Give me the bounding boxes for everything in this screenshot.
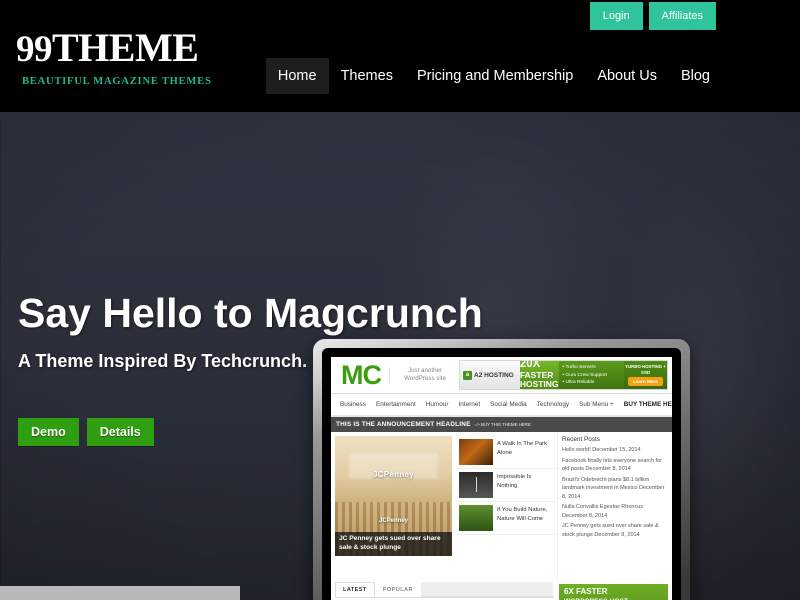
article-title: Impossible Is Nothing (497, 474, 532, 489)
preview-navigation: Business Entertainment Humour Internet S… (331, 394, 672, 417)
preview-article-list: A Walk In The Park Alone Impossible Is N… (455, 432, 557, 582)
nav-item-home[interactable]: Home (265, 58, 329, 94)
ad-feature-list: • Turbo Servers • Guru Crew Support • Ul… (558, 361, 625, 389)
nav-item-themes[interactable]: Themes (329, 58, 405, 94)
affiliates-button[interactable]: Affiliates (648, 2, 716, 30)
preview-nav-technology[interactable]: Technology (532, 401, 574, 408)
preview-lower-section: LATEST POPULAR Hello world! Welcome to W… (331, 582, 672, 600)
login-button[interactable]: Login (589, 2, 643, 30)
preview-feature-column: JCPenney JCPenney JC Penney gets sued ov… (331, 432, 455, 582)
article-title: If You Build Nature, Nature Will Come (497, 507, 548, 522)
preview-logo[interactable]: MC (335, 361, 389, 389)
list-item[interactable]: If You Build Nature, Nature Will Come (455, 502, 557, 535)
feature-image-brand-label-2: JCPenney (378, 517, 408, 524)
recent-post-item[interactable]: Hello world! December 15, 2014 (562, 446, 668, 455)
article-title: A Walk In The Park Alone (497, 441, 548, 456)
tab-bar-filler (420, 582, 553, 597)
preview-latest-column: LATEST POPULAR Hello world! Welcome to W… (331, 582, 557, 600)
ad-headline-line1: UP TO 20X (519, 360, 541, 370)
list-item[interactable]: A Walk In The Park Alone (455, 436, 557, 469)
recent-posts-heading: Recent Posts (562, 436, 601, 443)
logo-word: THEME (52, 25, 199, 70)
top-button-bar: Login Affiliates (589, 0, 800, 32)
ad-brand-name: A2 HOSTING (474, 371, 514, 379)
preview-website: MC Just another WordPress site a A2 HOST… (331, 357, 672, 600)
preview-nav-internet[interactable]: Internet (453, 401, 485, 408)
sidebar-ad[interactable]: 6X FASTER WORDPRESS HOST WORDPRESS PRE-I… (559, 584, 668, 600)
laptop-screen: MC Just another WordPress site a A2 HOST… (331, 357, 672, 600)
preview-nav-humour[interactable]: Humour (421, 401, 454, 408)
recent-post-item[interactable]: Brazil's Odebrecht plans $8.1 billion la… (562, 476, 668, 502)
demo-button[interactable]: Demo (18, 418, 79, 447)
preview-body: JCPenney JCPenney JC Penney gets sued ov… (331, 432, 672, 582)
recent-post-item[interactable]: JC Penney gets sued over share sale & st… (562, 522, 668, 539)
site-header: Login Affiliates 99THEME BEAUTIFUL MAGAZ… (0, 0, 800, 112)
main-navigation: Home Themes Pricing and Membership About… (265, 58, 722, 94)
sidebar-ad-line1: 6X FASTER (564, 587, 608, 596)
logo-tagline: BEAUTIFUL MAGAZINE THEMES (22, 76, 212, 87)
announcement-headline: THIS IS THE ANNOUNCEMENT HEADLINE (336, 421, 471, 428)
recent-post-item[interactable]: Facebook finally lets everyone search fo… (562, 457, 668, 474)
tab-popular[interactable]: POPULAR (375, 582, 421, 597)
nav-item-blog[interactable]: Blog (669, 58, 722, 94)
logo-number: 99 (16, 29, 53, 70)
feature-article-card[interactable]: JCPenney JCPenney JC Penney gets sued ov… (335, 436, 452, 556)
ad-headline-line2: FASTER HOSTING (519, 370, 559, 389)
preview-tagline: Just another WordPress site (389, 366, 453, 384)
preview-announcement-bar: THIS IS THE ANNOUNCEMENT HEADLINE => BUY… (331, 417, 672, 432)
preview-nav-buy-theme[interactable]: BUY THEME HERE (619, 401, 672, 408)
site-logo[interactable]: 99THEME BEAUTIFUL MAGAZINE THEMES (16, 25, 212, 88)
preview-sidebar-ad-column: 6X FASTER WORDPRESS HOST WORDPRESS PRE-I… (557, 582, 672, 600)
ad-learn-more-button[interactable]: Learn More (628, 376, 663, 386)
preview-nav-sub-menu[interactable]: Sub Menu + (574, 401, 619, 408)
preview-nav-business[interactable]: Business (335, 401, 371, 408)
laptop-mockup: MC Just another WordPress site a A2 HOST… (313, 339, 690, 600)
recent-post-item[interactable]: Nulla Convallis Egestas Rhoncus December… (562, 503, 668, 520)
laptop-screen-bezel: MC Just another WordPress site a A2 HOST… (322, 348, 681, 600)
article-thumbnail (459, 472, 493, 498)
nav-item-pricing[interactable]: Pricing and Membership (405, 58, 585, 94)
preview-nav-entertainment[interactable]: Entertainment (371, 401, 421, 408)
hero-section: Say Hello to Magcrunch A Theme Inspired … (0, 112, 800, 600)
bottom-accent-bar (0, 586, 240, 600)
hero-title: Say Hello to Magcrunch (18, 290, 483, 336)
a2-logo-icon: a (463, 370, 472, 380)
laptop-lid: MC Just another WordPress site a A2 HOST… (313, 339, 690, 600)
announcement-link[interactable]: => BUY THIS THEME HERE (475, 422, 531, 427)
preview-ad-banner[interactable]: a A2 HOSTING UP TO 20X FASTER HOSTING TR… (459, 360, 668, 390)
tab-latest[interactable]: LATEST (335, 582, 375, 597)
preview-tab-bar: LATEST POPULAR (335, 582, 553, 598)
article-thumbnail (459, 505, 493, 531)
nav-item-about-us[interactable]: About Us (585, 58, 669, 94)
preview-topbar: MC Just another WordPress site a A2 HOST… (331, 357, 672, 394)
details-button[interactable]: Details (86, 418, 154, 447)
logo-text: 99THEME (16, 25, 212, 70)
ad-headline-block: UP TO 20X FASTER HOSTING TRY IT RISK FRE… (519, 360, 559, 389)
ad-cta-block: TURBO HOSTING + SSD Learn More (624, 361, 667, 389)
ad-brand-block: a A2 HOSTING (460, 361, 520, 389)
ad-turbo-label: TURBO HOSTING + SSD (625, 364, 666, 375)
feature-image-brand-label: JCPenney (372, 469, 415, 479)
list-item[interactable]: Impossible Is Nothing (455, 469, 557, 502)
page-root: Login Affiliates 99THEME BEAUTIFUL MAGAZ… (0, 0, 800, 600)
article-thumbnail (459, 439, 493, 465)
preview-sidebar: Recent Posts Hello world! December 15, 2… (557, 432, 672, 582)
feature-article-caption: JC Penney gets sued over share sale & st… (335, 532, 452, 556)
preview-nav-social-media[interactable]: Social Media (485, 401, 532, 408)
